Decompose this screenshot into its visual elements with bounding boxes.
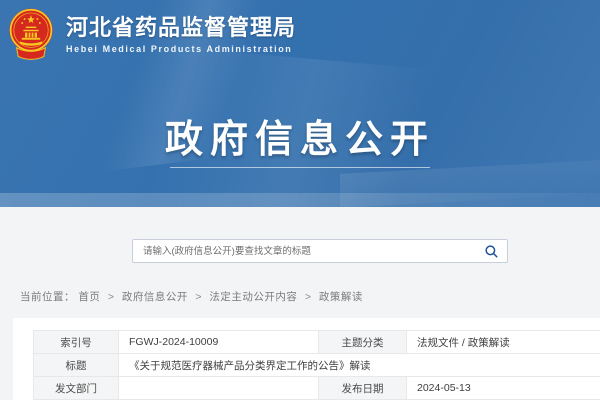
subject-category-value: 法规文件 / 政策解读 — [407, 331, 600, 354]
site-header: 河北省药品监督管理局 Hebei Medical Products Admini… — [0, 0, 600, 207]
table-row: 索引号 FGWJ-2024-10009 主题分类 法规文件 / 政策解读 — [34, 331, 600, 354]
title-value: 《关于规范医疗器械产品分类界定工作的公告》解读 — [119, 354, 600, 377]
breadcrumb-separator: > — [305, 291, 312, 303]
table-row: 发文部门 发布日期 2024-05-13 — [34, 377, 600, 400]
issuing-department-value — [119, 377, 319, 400]
content-section: 索引号 FGWJ-2024-10009 主题分类 法规文件 / 政策解读 标题 … — [0, 318, 600, 400]
subject-category-label: 主题分类 — [319, 331, 407, 354]
china-national-emblem-icon — [7, 6, 55, 64]
breadcrumb-separator: > — [108, 291, 115, 303]
search-input[interactable] — [141, 245, 484, 258]
publish-date-value: 2024-05-13 — [407, 377, 600, 400]
breadcrumb-item-info-disclosure[interactable]: 政府信息公开 — [122, 291, 188, 303]
site-logo[interactable]: 河北省药品监督管理局 Hebei Medical Products Admini… — [7, 6, 296, 64]
index-number-value: FGWJ-2024-10009 — [119, 331, 319, 354]
document-meta-table: 索引号 FGWJ-2024-10009 主题分类 法规文件 / 政策解读 标题 … — [33, 330, 600, 400]
issuing-department-label: 发文部门 — [34, 377, 119, 400]
breadcrumb-item-statutory-content[interactable]: 法定主动公开内容 — [209, 291, 297, 303]
org-names: 河北省药品监督管理局 Hebei Medical Products Admini… — [66, 16, 296, 54]
org-name-cn: 河北省药品监督管理局 — [66, 16, 296, 40]
table-row: 标题 《关于规范医疗器械产品分类界定工作的公告》解读 — [34, 354, 600, 377]
banner-underline — [170, 167, 430, 168]
page: 河北省药品监督管理局 Hebei Medical Products Admini… — [0, 0, 600, 400]
banner-title: 政府信息公开 — [0, 108, 600, 163]
breadcrumb: 当前位置： 首页 > 政府信息公开 > 法定主动公开内容 > 政策解读 — [20, 289, 363, 304]
index-number-label: 索引号 — [34, 331, 119, 354]
content-card: 索引号 FGWJ-2024-10009 主题分类 法规文件 / 政策解读 标题 … — [13, 318, 600, 400]
banner-bottom-band — [0, 193, 600, 207]
org-name-en: Hebei Medical Products Administration — [66, 44, 296, 54]
search-box[interactable] — [132, 239, 508, 263]
title-label: 标题 — [34, 354, 119, 377]
search-icon[interactable] — [484, 244, 499, 259]
publish-date-label: 发布日期 — [319, 377, 407, 400]
breadcrumb-item-home[interactable]: 首页 — [78, 291, 100, 303]
breadcrumb-label: 当前位置： — [20, 291, 75, 303]
breadcrumb-separator: > — [195, 291, 202, 303]
breadcrumb-item-policy-interpretation: 政策解读 — [319, 291, 363, 303]
